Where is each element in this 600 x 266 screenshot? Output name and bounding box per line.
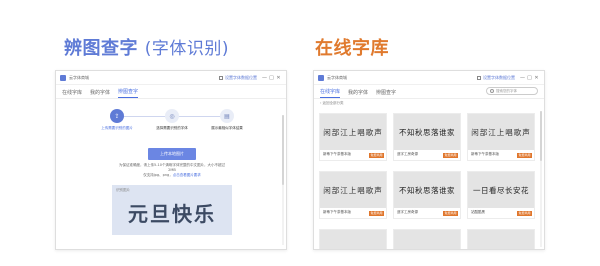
font-card[interactable]: 一日看尽长安花 站酷酷黑 免费商用	[467, 171, 535, 219]
font-data-location-label: 设置字体数据位置	[483, 74, 515, 80]
font-search-input[interactable]: 搜索您的字体	[486, 87, 538, 95]
font-preview	[468, 230, 534, 249]
font-data-location-label: 设置字体数据位置	[225, 74, 257, 80]
search-placeholder: 搜索您的字体	[496, 88, 517, 93]
font-preview: 不知秋思落谁家	[394, 114, 460, 150]
sample-recognition-image: 识别图片 元旦快乐	[112, 185, 232, 235]
step-show-result: ▤ 展示最相似字体结果	[192, 109, 262, 131]
title-bar: 云字体商城 设置字体数据位置 — □ ✕	[314, 71, 544, 85]
search-icon	[490, 89, 494, 93]
folder-icon	[219, 75, 223, 80]
upload-local-image-button[interactable]: 上传本地图片	[148, 148, 196, 160]
font-data-location-link[interactable]: 设置字体数据位置	[219, 75, 257, 81]
library-section-heading: 在线字库	[315, 38, 389, 59]
font-preview: 一日看尽长安花	[468, 172, 534, 208]
font-name: 新蒂下午茶基本版	[323, 210, 351, 214]
font-card[interactable]	[393, 229, 461, 249]
font-card[interactable]: 闲部江上唱歌声 新蒂下午茶基本版 免费商用	[319, 113, 387, 161]
folder-icon	[477, 75, 481, 80]
sample-image-text: 元旦快乐	[128, 202, 216, 226]
free-commercial-badge: 免费商用	[442, 211, 458, 216]
tab-image-font-recognition[interactable]: 辨图查字	[118, 88, 139, 98]
maximize-button[interactable]: □	[268, 75, 275, 81]
scan-icon: ◎	[165, 109, 179, 123]
font-card-grid: 闲部江上唱歌声 新蒂下午茶基本版 免费商用 不知秋思落谁家 造字工房奇源 免费商…	[319, 113, 535, 249]
tab-online-library[interactable]: 在线字库	[62, 89, 82, 98]
app-title: 云字体商城	[69, 74, 89, 80]
close-button[interactable]: ✕	[275, 75, 282, 81]
maximize-button[interactable]: □	[526, 75, 533, 81]
close-button[interactable]: ✕	[533, 75, 540, 81]
app-logo-icon	[318, 74, 324, 81]
library-app-window: 云字体商城 设置字体数据位置 — □ ✕ 在线字库 我的字体 辨图查字 搜索您的…	[313, 70, 545, 250]
tab-my-fonts[interactable]: 我的字体	[90, 89, 110, 98]
font-name: 造字工房奇源	[397, 210, 418, 214]
upload-hint-line2: 仅支持jpg、png，	[143, 173, 173, 177]
tab-bar: 在线字库 我的字体 辨图查字	[56, 85, 286, 99]
font-name: 新蒂下午茶基本版	[471, 152, 499, 156]
back-to-categories-link[interactable]: ‹ 返回全部分类	[320, 101, 344, 106]
upload-hint: 为保证准确度，请上传5-10个清晰字体完整的中文图片，大小不超过2MB 仅支持j…	[116, 163, 228, 178]
minimize-button[interactable]: —	[519, 75, 526, 81]
font-card[interactable]: 闲部江上唱歌声 新蒂下午茶基本版 免费商用	[319, 171, 387, 219]
title-bar: 云字体商城 设置字体数据位置 — □ ✕	[56, 71, 286, 85]
tab-online-library[interactable]: 在线字库	[320, 88, 341, 98]
upload-icon: ⇪	[110, 109, 124, 123]
app-title: 云字体商城	[327, 74, 347, 80]
recognition-steps: ⇪ 上传需要识别的图片 ◎ 选择需要识别的字体 ▤ 展示最相似字体结果	[56, 107, 286, 147]
font-card[interactable]: 不知秋思落谁家 造字工房奇源 免费商用	[393, 171, 461, 219]
result-icon: ▤	[220, 109, 234, 123]
free-commercial-badge: 免费商用	[442, 153, 458, 158]
scrollbar-thumb[interactable]	[540, 111, 542, 161]
tab-bar: 在线字库 我的字体 辨图查字 搜索您的字体	[314, 85, 544, 99]
step-result-label: 展示最相似字体结果	[211, 126, 243, 130]
ocr-app-window: 云字体商城 设置字体数据位置 — □ ✕ 在线字库 我的字体 辨图查字 ⇪ 上传…	[55, 70, 287, 250]
scrollbar-thumb[interactable]	[282, 115, 284, 185]
free-commercial-badge: 免费商用	[516, 153, 532, 158]
font-preview: 闲部江上唱歌声	[320, 114, 386, 150]
font-preview: 闲部江上唱歌声	[468, 114, 534, 150]
font-preview	[394, 230, 460, 249]
ocr-heading-sub: (字体识别)	[144, 39, 230, 59]
upload-hint-line1: 为保证准确度，请上传5-10个清晰字体完整的中文图片，大小不超过2MB	[119, 163, 225, 172]
ocr-section-heading: 辨图查字 (字体识别)	[64, 34, 229, 60]
font-name: 站酷酷黑	[471, 210, 485, 214]
font-name: 造字工房奇源	[397, 152, 418, 156]
free-commercial-badge: 免费商用	[368, 153, 384, 158]
font-preview: 不知秋思落谁家	[394, 172, 460, 208]
sample-image-tag: 识别图片	[116, 188, 130, 192]
font-preview	[320, 230, 386, 249]
font-name: 新蒂下午茶基本版	[323, 152, 351, 156]
font-card[interactable]: 闲部江上唱歌声 新蒂下午茶基本版 免费商用	[467, 113, 535, 161]
minimize-button[interactable]: —	[261, 75, 268, 81]
font-data-location-link[interactable]: 设置字体数据位置	[477, 75, 515, 81]
font-card[interactable]	[319, 229, 387, 249]
tab-image-font-recognition[interactable]: 辨图查字	[376, 89, 396, 98]
font-card[interactable]	[467, 229, 535, 249]
free-commercial-badge: 免费商用	[368, 211, 384, 216]
tab-my-fonts[interactable]: 我的字体	[348, 89, 368, 98]
app-logo-icon	[60, 74, 66, 81]
free-commercial-badge: 免费商用	[516, 211, 532, 216]
ocr-heading-main: 辨图查字	[64, 38, 138, 59]
image-requirements-link[interactable]: 点击查看图片要求	[173, 173, 201, 177]
font-preview: 闲部江上唱歌声	[320, 172, 386, 208]
upload-hint-line2-wrap: 仅支持jpg、png，点击查看图片要求	[116, 173, 228, 178]
font-card[interactable]: 不知秋思落谁家 造字工房奇源 免费商用	[393, 113, 461, 161]
